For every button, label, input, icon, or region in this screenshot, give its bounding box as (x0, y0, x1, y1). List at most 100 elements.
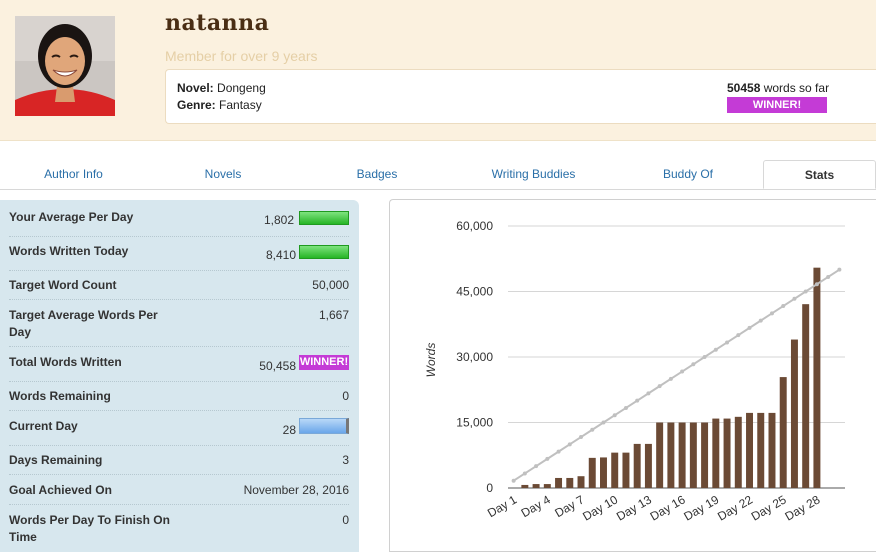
chart-bar (678, 422, 686, 488)
winner-badge-small: WINNER! (299, 355, 349, 370)
x-axis-ticks: Day 1 Day 4 Day 7Day 10Day 13Day 16Day 19D… (485, 492, 823, 523)
stat-value: 0 (342, 513, 349, 527)
winner-badge: WINNER! (727, 97, 827, 113)
target-point (522, 471, 527, 476)
avatar-photo (15, 16, 115, 116)
target-point (680, 369, 685, 374)
chart-bar (712, 418, 720, 488)
target-point (713, 347, 718, 352)
words-count: 50458 (727, 81, 761, 95)
target-point (534, 464, 539, 469)
stat-label: Days Remaining (9, 453, 103, 467)
target-point (590, 427, 595, 432)
progress-bar (299, 245, 349, 259)
chart-bar (768, 412, 776, 488)
chart-bar (600, 457, 607, 488)
chart-bar (633, 443, 641, 488)
avatar[interactable] (15, 16, 115, 116)
novel-title[interactable]: Dongeng (217, 81, 266, 95)
stat-row-total-words: Total Words Written 50,458 WINNER! (9, 353, 349, 382)
target-point (769, 311, 774, 316)
member-since: Member for over 9 years (165, 48, 318, 64)
tab-author-info[interactable]: Author Info (0, 160, 147, 188)
target-point (736, 333, 741, 338)
x-tick-label: Day 4 (519, 492, 553, 520)
stat-value: 50,000 (312, 278, 349, 292)
x-tick-label: Day 16 (648, 492, 688, 523)
tab-stats[interactable]: Stats (763, 160, 876, 189)
target-line-path (513, 268, 840, 482)
stat-label: Target Word Count (9, 278, 117, 292)
y-axis-ticks: 0 15,000 30,000 45,000 60,000 (456, 219, 493, 495)
chart-bar (746, 412, 753, 488)
stat-value: 28 (282, 423, 296, 437)
stat-value: 0 (342, 389, 349, 403)
day-progress-bar (299, 418, 349, 434)
target-point (792, 296, 797, 301)
stat-label: Total Words Written (9, 355, 122, 369)
genre-label: Genre: (177, 98, 216, 112)
y-tick-label: 0 (486, 481, 493, 495)
target-point (579, 435, 584, 440)
x-tick-label: Day 10 (580, 492, 620, 523)
stat-value: November 28, 2016 (243, 483, 349, 497)
stat-row-target-word-count: Target Word Count 50,000 (9, 276, 349, 300)
target-point (781, 304, 786, 309)
chart-bar (611, 452, 619, 488)
chart-bar (757, 412, 765, 488)
chart-bar (779, 377, 787, 488)
chart-bar (701, 422, 709, 488)
chart-bar (521, 484, 529, 488)
stats-panel: Your Average Per Day 1,802 Words Written… (0, 200, 359, 552)
stat-row-target-average: Target Average Words Per Day 1,667 (9, 306, 349, 347)
progress-bar (299, 211, 349, 225)
chart-bar (790, 339, 798, 488)
target-point (747, 325, 752, 330)
target-point (511, 478, 516, 483)
target-point (702, 354, 707, 359)
target-point (612, 413, 617, 418)
target-point (814, 282, 819, 287)
tab-badges[interactable]: Badges (299, 160, 455, 188)
chart-bar (689, 422, 697, 488)
target-point (567, 442, 572, 447)
stat-label: Current Day (9, 419, 78, 433)
tab-novels[interactable]: Novels (147, 160, 299, 188)
chart-bar (802, 304, 810, 488)
chart-bar (644, 443, 652, 488)
target-point (545, 456, 550, 461)
chart-bar (532, 484, 540, 488)
chart-bar (588, 457, 596, 488)
target-point (668, 376, 673, 381)
stat-value: 8,410 (265, 248, 296, 262)
tab-buddy-of[interactable]: Buddy Of (612, 160, 764, 188)
x-tick-label: Day 7 (552, 492, 586, 520)
stat-row-goal-achieved: Goal Achieved On November 28, 2016 (9, 481, 349, 505)
stat-row-current-day: Current Day 28 (9, 417, 349, 446)
target-point (646, 391, 651, 396)
stat-value: 50,458 (259, 359, 296, 373)
novel-summary: Novel: Dongeng Genre: Fantasy 50458 word… (165, 69, 876, 124)
stat-value: 3 (342, 453, 349, 467)
stat-label: Words Remaining (9, 389, 111, 403)
chart-bar (734, 416, 742, 488)
username: natanna (165, 10, 270, 36)
tab-writing-buddies[interactable]: Writing Buddies (455, 160, 612, 188)
target-point (601, 420, 606, 425)
x-tick-label: Day 1 (485, 492, 519, 520)
chart-bar (555, 477, 563, 488)
chart-bar (543, 484, 551, 488)
target-point (657, 384, 662, 389)
stat-label: Words Written Today (9, 244, 129, 258)
target-point (758, 318, 763, 323)
profile-tabs: Author Info Novels Badges Writing Buddie… (0, 160, 876, 190)
words-suffix: words so far (760, 81, 830, 95)
x-tick-label: Day 13 (614, 492, 654, 523)
novel-line: Novel: Dongeng (177, 81, 266, 95)
x-tick-label: Day 28 (782, 492, 822, 523)
target-point (826, 274, 831, 279)
target-point (725, 340, 730, 345)
chart-bar (813, 267, 821, 488)
stat-value: 1,802 (263, 213, 294, 227)
stat-row-average-per-day: Your Average Per Day 1,802 (9, 208, 349, 237)
